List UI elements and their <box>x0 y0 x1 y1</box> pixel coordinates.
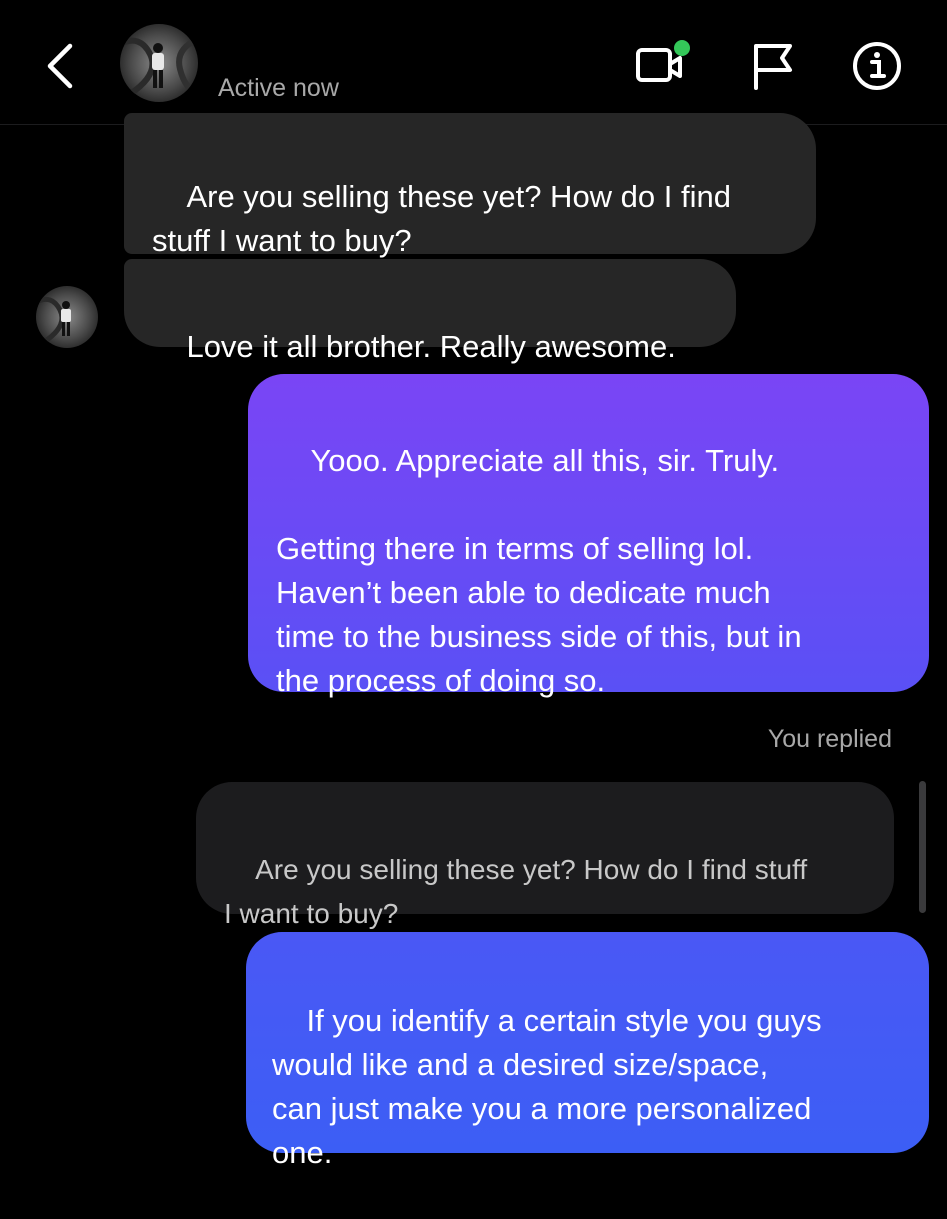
reply-indicator-bar <box>919 781 926 913</box>
contact-avatar[interactable] <box>120 24 198 102</box>
quoted-text: Are you selling these yet? How do I find… <box>224 854 808 929</box>
message-text: Are you selling these yet? How do I find… <box>152 179 731 258</box>
flag-icon <box>754 44 792 90</box>
message-incoming[interactable]: Are you selling these yet? How do I find… <box>124 113 816 258</box>
back-button[interactable] <box>40 38 84 94</box>
message-text: Love it all brother. Really awesome. <box>186 329 676 364</box>
avatar-image <box>120 24 198 102</box>
active-status: Active now <box>218 74 339 102</box>
info-icon <box>853 42 901 90</box>
message-outgoing[interactable]: Yooo. Appreciate all this, sir. Truly. G… <box>248 374 929 698</box>
message-incoming[interactable]: Love it all brother. Really awesome. <box>124 259 736 364</box>
avatar-image <box>36 286 98 348</box>
sender-avatar[interactable] <box>36 286 98 348</box>
message-thread[interactable]: Are you selling these yet? How do I find… <box>0 113 947 1176</box>
video-call-icon <box>636 40 690 82</box>
reply-context-label: You replied <box>767 725 892 753</box>
message-outgoing[interactable]: If you identify a certain style you guys… <box>246 932 929 1170</box>
report-flag-button[interactable] <box>748 38 808 94</box>
info-button[interactable] <box>848 38 908 94</box>
video-call-button[interactable] <box>632 38 692 94</box>
chat-header: Active now <box>0 0 947 125</box>
message-text: Yooo. Appreciate all this, sir. Truly. G… <box>276 443 802 698</box>
chevron-left-icon <box>47 43 73 89</box>
message-text: If you identify a certain style you guys… <box>272 1003 822 1170</box>
quoted-message[interactable]: Are you selling these yet? How do I find… <box>196 782 894 929</box>
